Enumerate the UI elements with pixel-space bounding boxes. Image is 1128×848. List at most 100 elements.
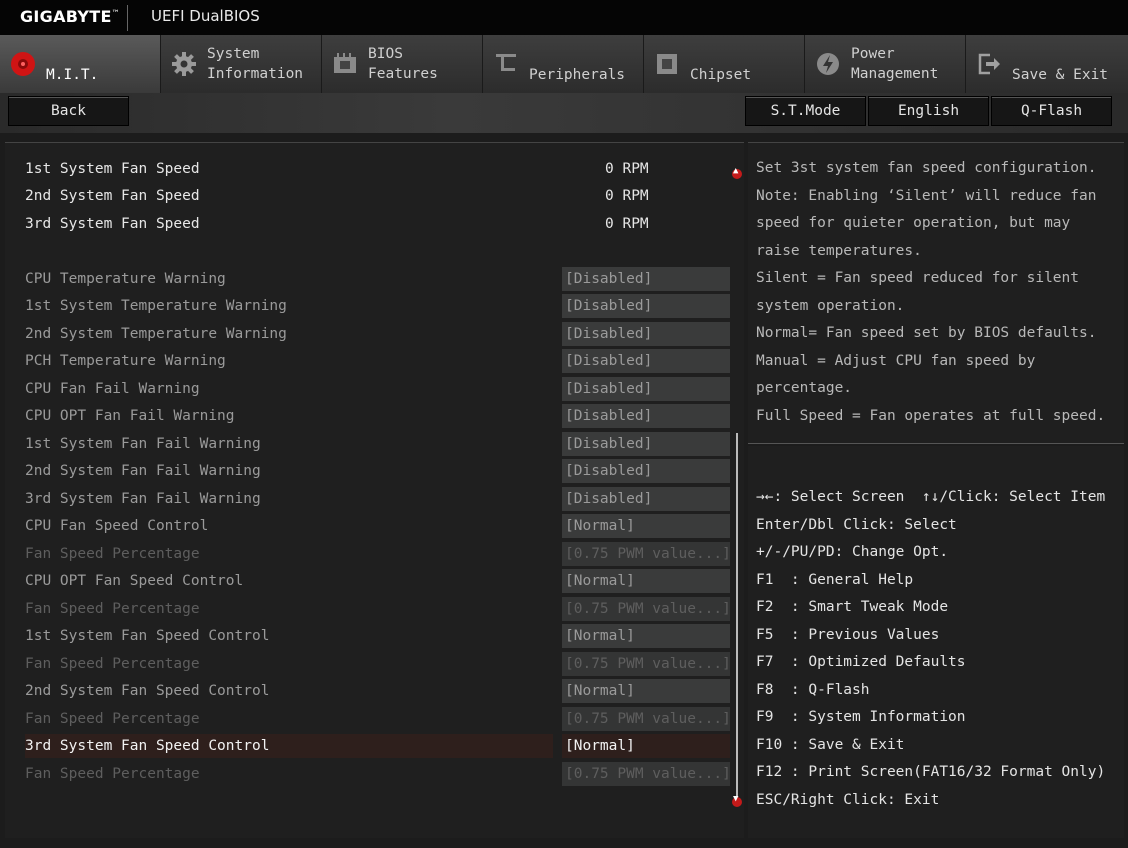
peripherals-icon: [493, 51, 519, 77]
key-legend-line: ESC/Right Click: Exit: [756, 791, 940, 808]
setting-row[interactable]: CPU Fan Speed Control [Normal]: [25, 514, 730, 538]
setting-row[interactable]: 3rd System Fan Fail Warning [Disabled]: [25, 487, 730, 511]
setting-value[interactable]: [Disabled]: [562, 487, 730, 511]
setting-value[interactable]: [Normal]: [562, 514, 730, 538]
setting-row: 1st System Fan Speed 0 RPM: [25, 157, 730, 181]
tab-system-information[interactable]: System Information: [161, 35, 322, 93]
setting-label: Fan Speed Percentage: [25, 601, 200, 617]
scroll-down-icon[interactable]: ▼: [732, 794, 742, 807]
tab-label: BIOS Features: [368, 46, 438, 82]
help-panel: Set 3st system fan speed configuration. N…: [748, 142, 1124, 444]
setting-row[interactable]: 3rd System Fan Speed Control [Normal]: [25, 734, 730, 758]
setting-row[interactable]: 1st System Temperature Warning [Disabled]: [25, 294, 730, 318]
setting-row: 2nd System Fan Speed 0 RPM: [25, 184, 730, 208]
setting-row[interactable]: Fan Speed Percentage [0.75 PWM value...]: [25, 652, 731, 676]
tab-m-i-t[interactable]: M.I.T.: [0, 35, 161, 93]
settings-panel: ▲ ▼ 1st System Fan Speed 0 RPM 2nd System …: [5, 142, 744, 838]
setting-label: 2nd System Fan Speed: [25, 188, 200, 204]
setting-row[interactable]: 1st System Fan Fail Warning [Disabled]: [25, 432, 730, 456]
setting-value[interactable]: [Normal]: [562, 569, 730, 593]
exit-icon: [976, 51, 1002, 77]
setting-label: Fan Speed Percentage: [25, 711, 200, 727]
setting-label: CPU OPT Fan Fail Warning: [25, 408, 235, 424]
setting-row[interactable]: Fan Speed Percentage [0.75 PWM value...]: [25, 707, 731, 731]
setting-label: 2nd System Temperature Warning: [25, 326, 287, 342]
tab-label: Save & Exit: [1012, 67, 1109, 83]
setting-row[interactable]: CPU OPT Fan Speed Control [Normal]: [25, 569, 730, 593]
setting-row[interactable]: 2nd System Fan Speed Control [Normal]: [25, 679, 730, 703]
setting-readout: 0 RPM: [605, 161, 649, 177]
key-legend-line: →←: Select Screen ↑↓/Click: Select Item: [756, 489, 1106, 505]
brand-divider: [127, 5, 128, 31]
setting-value[interactable]: [Normal]: [562, 734, 730, 758]
tab-bios-features[interactable]: BIOS Features: [322, 35, 483, 93]
gear-icon: [171, 51, 197, 77]
key-legend-line: +/-/PU/PD: Change Opt.: [756, 544, 949, 560]
setting-value[interactable]: [Disabled]: [562, 349, 730, 373]
key-legend-line: F7 : Optimized Defaults: [756, 654, 966, 670]
setting-label: CPU OPT Fan Speed Control: [25, 573, 244, 589]
setting-value[interactable]: [Disabled]: [562, 432, 730, 456]
st-mode-button[interactable]: S.T.Mode: [745, 96, 866, 126]
setting-row[interactable]: Fan Speed Percentage [0.75 PWM value...]: [25, 542, 731, 566]
setting-value[interactable]: [0.75 PWM value...]: [562, 597, 731, 621]
key-legend-line: F5 : Previous Values: [756, 626, 940, 643]
key-legend-line: F2 : Smart Tweak Mode: [756, 599, 949, 615]
setting-value[interactable]: [Disabled]: [562, 459, 730, 483]
tab-label: System Information: [207, 46, 304, 82]
tab-peripherals[interactable]: Peripherals: [483, 35, 644, 93]
setting-row[interactable]: 2nd System Temperature Warning [Disabled]: [25, 322, 730, 346]
setting-label: CPU Temperature Warning: [25, 271, 226, 287]
setting-value[interactable]: [0.75 PWM value...]: [562, 762, 731, 786]
mit-icon: [10, 51, 36, 77]
setting-value[interactable]: [0.75 PWM value...]: [562, 652, 731, 676]
setting-value[interactable]: [Disabled]: [562, 404, 730, 428]
setting-readout: 0 RPM: [605, 216, 649, 232]
chip-icon: [332, 51, 358, 77]
qflash-button[interactable]: Q-Flash: [991, 96, 1112, 126]
setting-value[interactable]: [0.75 PWM value...]: [562, 707, 731, 731]
setting-value[interactable]: [Disabled]: [562, 267, 730, 291]
setting-row[interactable]: 2nd System Fan Fail Warning [Disabled]: [25, 459, 730, 483]
setting-row[interactable]: CPU Temperature Warning [Disabled]: [25, 267, 730, 291]
scrollbar[interactable]: [736, 433, 738, 800]
setting-row[interactable]: PCH Temperature Warning [Disabled]: [25, 349, 730, 373]
setting-value[interactable]: [Normal]: [562, 679, 730, 703]
setting-label: 1st System Temperature Warning: [25, 298, 287, 314]
setting-label: CPU Fan Fail Warning: [25, 381, 200, 397]
setting-label: 3rd System Fan Speed: [25, 216, 200, 232]
help-text-line: percentage.: [756, 380, 853, 396]
setting-row[interactable]: CPU Fan Fail Warning [Disabled]: [25, 377, 730, 401]
tab-power-management[interactable]: Power Management: [805, 35, 966, 93]
setting-row[interactable]: Fan Speed Percentage [0.75 PWM value...]: [25, 597, 731, 621]
setting-value[interactable]: [Disabled]: [562, 294, 730, 318]
key-legend-line: F10 : Save & Exit: [756, 736, 905, 753]
language-button[interactable]: English: [868, 96, 989, 126]
scroll-up-icon[interactable]: ▲: [732, 166, 742, 179]
brand-logo: GIGABYTE™: [20, 7, 121, 26]
setting-row[interactable]: CPU OPT Fan Fail Warning [Disabled]: [25, 404, 730, 428]
help-text-line: Note: Enabling ‘Silent’ will reduce fan: [756, 187, 1097, 204]
help-text-line: system operation.: [756, 297, 905, 314]
setting-row[interactable]: Fan Speed Percentage [0.75 PWM value...]: [25, 762, 731, 786]
setting-value[interactable]: [Disabled]: [562, 322, 730, 346]
key-legend-line: F1 : General Help: [756, 571, 914, 588]
setting-label: 1st System Fan Speed Control: [25, 628, 270, 644]
setting-label: 3rd System Fan Speed Control: [25, 734, 553, 758]
setting-label: CPU Fan Speed Control: [25, 518, 209, 534]
tab-label: Peripherals: [529, 67, 626, 83]
setting-value[interactable]: [0.75 PWM value...]: [562, 542, 731, 566]
setting-label: 1st System Fan Fail Warning: [25, 436, 261, 452]
help-text-line: Set 3st system fan speed configuration.: [756, 160, 1097, 176]
top-bar: GIGABYTE™ UEFI DualBIOS: [0, 0, 1128, 35]
setting-readout: 0 RPM: [605, 188, 649, 204]
tab-chipset[interactable]: Chipset: [644, 35, 805, 93]
setting-value[interactable]: [Normal]: [562, 624, 730, 648]
back-button[interactable]: Back: [8, 96, 129, 126]
key-legend-line: F12 : Print Screen(FAT16/32 Format Only): [756, 764, 1106, 780]
setting-row[interactable]: 1st System Fan Speed Control [Normal]: [25, 624, 730, 648]
setting-label: PCH Temperature Warning: [25, 353, 226, 369]
setting-value[interactable]: [Disabled]: [562, 377, 730, 401]
tab-save-exit[interactable]: Save & Exit: [966, 35, 1128, 93]
setting-label: 2nd System Fan Speed Control: [25, 683, 270, 699]
